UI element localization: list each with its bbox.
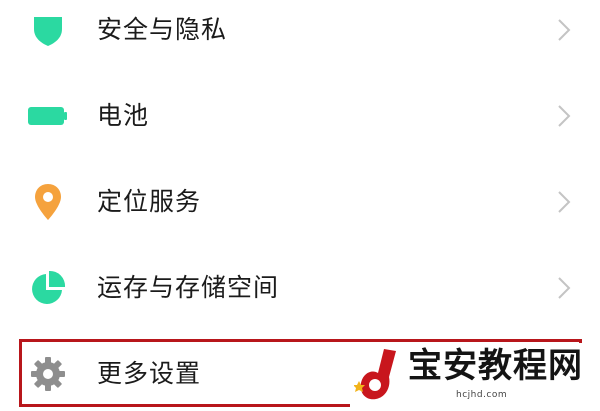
shield-icon [28,12,68,48]
settings-item-label: 电池 [97,101,150,130]
watermark-text: 宝安教程网 [408,346,583,386]
settings-item-security-privacy[interactable]: 安全与隐私 [0,0,600,60]
watermark: 宝安教程网 hcjhd.com [350,343,590,407]
settings-item-location[interactable]: 定位服务 [0,172,600,232]
settings-item-label: 安全与隐私 [97,15,228,44]
location-pin-icon [28,184,68,220]
chevron-right-icon [558,105,571,127]
pie-chart-icon [28,270,68,306]
chevron-right-icon [558,19,571,41]
settings-item-label: 运存与存储空间 [97,273,280,302]
settings-item-battery[interactable]: 电池 [0,86,600,146]
chevron-right-icon [558,277,571,299]
settings-item-label: 定位服务 [97,187,202,216]
chevron-right-icon [558,191,571,213]
watermark-url: hcjhd.com [456,390,508,400]
settings-item-memory-storage[interactable]: 运存与存储空间 [0,258,600,318]
watermark-logo-icon [354,349,396,400]
battery-icon [28,98,68,134]
